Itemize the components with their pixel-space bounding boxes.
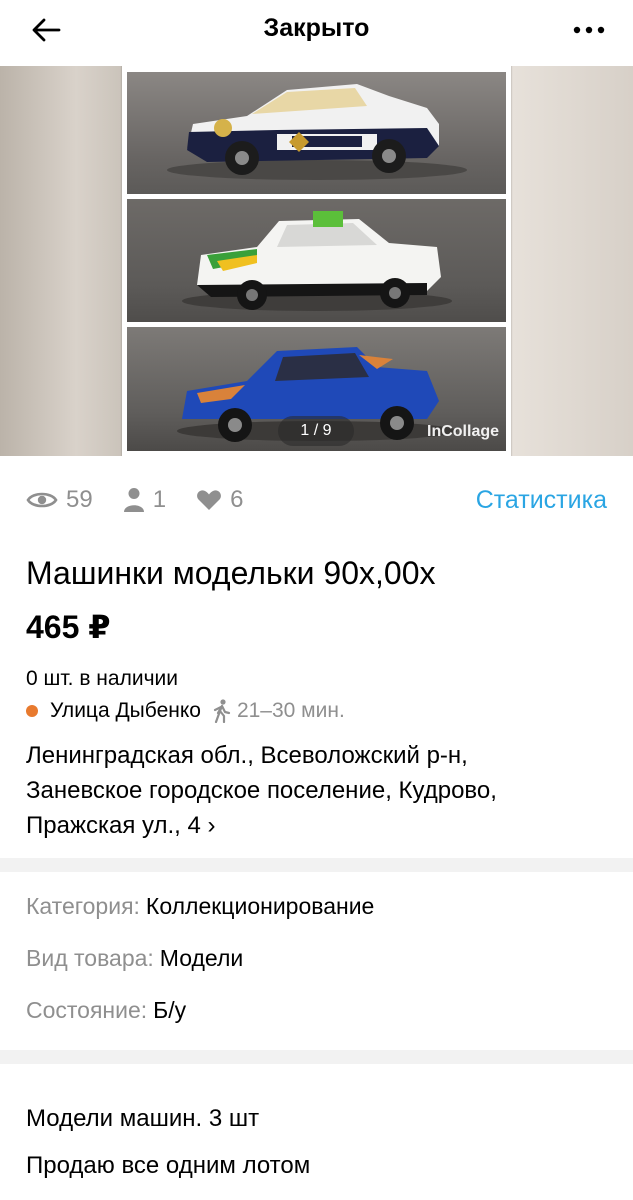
address-link[interactable]: Ленинградская обл., Всеволожский р-н, За… bbox=[26, 738, 606, 843]
ellipsis-icon bbox=[573, 26, 605, 34]
photo-counter: 1 / 9 bbox=[278, 416, 354, 446]
param-value: Коллекционирование bbox=[145, 893, 375, 919]
stats-row: 59 1 6 Статистика bbox=[26, 482, 607, 518]
param-key: Категория: bbox=[26, 893, 140, 919]
likes-count: 6 bbox=[230, 486, 244, 513]
eye-icon bbox=[26, 492, 58, 508]
metro-line-icon bbox=[26, 705, 38, 717]
statistics-link[interactable]: Статистика bbox=[476, 486, 607, 515]
param-row-category: Категория: Коллекционирование bbox=[26, 893, 374, 945]
address-line: Заневское городское поселение, Кудрово, bbox=[26, 777, 497, 804]
description-line: Модели машин. 3 шт bbox=[26, 1105, 260, 1132]
person-icon bbox=[123, 488, 144, 512]
heart-icon bbox=[197, 490, 221, 510]
collage-image[interactable]: InCollage bbox=[122, 66, 511, 456]
metro-info: Улица Дыбенко 21–30 мин. bbox=[26, 699, 345, 723]
collage-watermark: InCollage bbox=[427, 423, 500, 440]
listing-description: Модели машин. 3 шт Продаю все одним лото… bbox=[26, 1095, 310, 1189]
views-stat: 59 bbox=[26, 486, 93, 514]
stock-status: 0 шт. в наличии bbox=[26, 667, 178, 690]
walking-person-icon bbox=[213, 699, 231, 723]
walk-time: 21–30 мин. bbox=[211, 699, 345, 723]
address-line: Ленинградская обл., Всеволожский р-н, bbox=[26, 742, 468, 769]
param-row-item-type: Вид товара: Модели bbox=[26, 945, 374, 997]
listing-price: 465 ₽ bbox=[26, 609, 111, 645]
photo-white-car bbox=[127, 199, 506, 322]
views-count: 59 bbox=[66, 486, 93, 513]
param-key: Состояние: bbox=[26, 997, 148, 1023]
param-row-condition: Состояние: Б/у bbox=[26, 997, 374, 1049]
listing-parameters: Категория: Коллекционирование Вид товара… bbox=[26, 893, 374, 1049]
top-bar: Закрыто bbox=[0, 0, 633, 62]
more-options-button[interactable] bbox=[569, 14, 609, 46]
param-value: Б/у bbox=[153, 997, 187, 1023]
users-count: 1 bbox=[152, 486, 167, 513]
metro-station: Улица Дыбенко bbox=[50, 699, 201, 722]
listing-title: Машинки модельки 90х,00х bbox=[26, 555, 436, 591]
page-title: Закрыто bbox=[263, 14, 370, 42]
param-key: Вид товара: bbox=[26, 945, 154, 971]
photo-police-car bbox=[127, 72, 506, 194]
walk-time-text: 21–30 мин. bbox=[236, 699, 345, 722]
address-line: Пражская ул., 4 › bbox=[26, 812, 216, 839]
likes-stat: 6 bbox=[196, 486, 243, 514]
section-divider bbox=[0, 858, 633, 872]
section-divider bbox=[0, 1050, 633, 1064]
param-value: Модели bbox=[159, 945, 244, 971]
description-line: Продаю все одним лотом bbox=[26, 1152, 311, 1179]
users-stat: 1 bbox=[123, 486, 166, 514]
photo-gallery[interactable]: InCollage 1 / 9 bbox=[0, 66, 633, 456]
